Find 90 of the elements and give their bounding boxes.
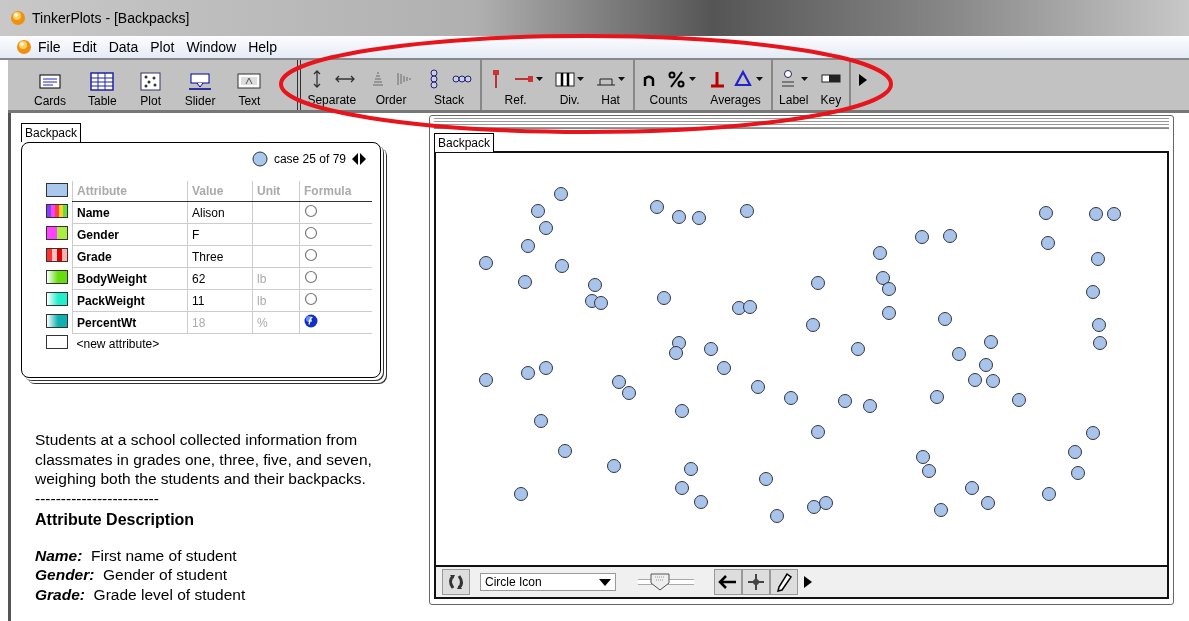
- case-counter: case 25 of 79: [273, 152, 346, 166]
- tool-group-label: Div.: [559, 93, 580, 107]
- new-attribute-field[interactable]: <new attribute>: [76, 337, 160, 351]
- plot-tab[interactable]: Backpack: [434, 133, 495, 152]
- mixup-button[interactable]: [442, 569, 470, 595]
- tool-group-label: Counts: [649, 93, 688, 107]
- menu-item[interactable]: File: [32, 39, 67, 55]
- tool-group-label: Label: [779, 93, 809, 107]
- attribute-name[interactable]: PackWeight: [72, 289, 188, 312]
- attribute-value[interactable]: 62: [187, 267, 253, 290]
- pencil-button[interactable]: [770, 569, 798, 595]
- icon-type-dropdown[interactable]: Circle Icon: [480, 573, 616, 591]
- tool-group-label: Key: [820, 93, 842, 107]
- tool-button[interactable]: Table: [88, 72, 117, 110]
- column-header: Value: [187, 181, 253, 202]
- divider-box-icon[interactable]: [555, 69, 576, 89]
- crosshair-button[interactable]: [742, 569, 770, 595]
- attribute-value[interactable]: F: [187, 223, 253, 246]
- attribute-name[interactable]: Name: [72, 201, 188, 224]
- back-arrow-button[interactable]: [714, 569, 742, 595]
- attribute-name[interactable]: BodyWeight: [72, 267, 188, 290]
- attribute-value[interactable]: Alison: [187, 201, 253, 224]
- card-icon: [38, 72, 62, 91]
- window-drag-bar[interactable]: [434, 116, 1169, 129]
- tool-button[interactable]: Text: [237, 72, 262, 110]
- more-arrow-icon[interactable]: [804, 576, 812, 588]
- empty-formula-icon[interactable]: [304, 248, 318, 262]
- table-icon: [90, 72, 115, 91]
- tool-button[interactable]: Plot: [138, 72, 163, 110]
- menu-item[interactable]: Window: [180, 39, 243, 55]
- definition-line: Grade: Grade level of student: [35, 584, 247, 604]
- description-paragraph: Students at a school collected information from classmates in grades one, three, five, and seven, weighing both the students and their backpacks.: [35, 430, 373, 489]
- dropdown-caret-icon[interactable]: [801, 76, 809, 82]
- dropdown-caret-icon[interactable]: [618, 76, 626, 82]
- section-heading: Attribute Description: [35, 510, 196, 530]
- attribute-value[interactable]: 11: [187, 289, 253, 312]
- color-swatch-icon: [46, 226, 68, 240]
- empty-formula-icon[interactable]: [304, 270, 318, 284]
- card-tab[interactable]: Backpack: [21, 123, 82, 142]
- definition-line: Name: First name of student: [35, 545, 238, 565]
- menu-item[interactable]: Plot: [144, 39, 181, 55]
- empty-formula-icon[interactable]: [304, 292, 318, 306]
- dropdown-caret-icon[interactable]: [756, 76, 764, 82]
- definition-line: Gender: Gender of student: [35, 565, 229, 585]
- attribute-name[interactable]: Grade: [72, 245, 188, 268]
- color-swatch-icon: [46, 182, 68, 197]
- tool-group-label: Averages: [710, 93, 761, 107]
- menu-item[interactable]: Edit: [66, 39, 103, 55]
- slider-icon: [188, 72, 213, 91]
- case-circle-icon: [251, 151, 268, 167]
- dropdown-caret-icon: [599, 578, 611, 586]
- attribute-value[interactable]: Three: [187, 245, 253, 268]
- circular-arrows-icon: [446, 573, 466, 591]
- text-box-icon: [237, 72, 262, 91]
- color-swatch-icon: [46, 292, 68, 306]
- pencil-icon: [774, 572, 794, 592]
- crosshair-icon: [746, 572, 766, 592]
- color-swatch-icon: [46, 314, 68, 328]
- column-header: Formula: [299, 181, 372, 202]
- tool-group-label: Hat: [601, 93, 620, 107]
- column-header: Unit: [252, 181, 300, 202]
- dropdown-caret-icon[interactable]: [536, 76, 544, 82]
- empty-formula-icon[interactable]: [304, 204, 318, 218]
- column-header: Attribute: [72, 181, 188, 202]
- dropdown-caret-icon[interactable]: [577, 76, 585, 82]
- dot-plot-icon: [138, 72, 163, 91]
- slider-thumb[interactable]: [650, 573, 671, 591]
- attribute-name[interactable]: PercentWt: [72, 311, 188, 334]
- menu-item[interactable]: Data: [102, 39, 145, 55]
- dashed-rule-text: ------------------------: [35, 488, 160, 508]
- app-logo-icon: [10, 10, 26, 26]
- empty-formula-icon[interactable]: [304, 226, 318, 240]
- color-swatch-icon: [46, 204, 68, 218]
- tool-button[interactable]: Cards: [34, 72, 66, 110]
- dropdown-caret-icon[interactable]: [689, 76, 697, 82]
- color-swatch-icon: [46, 335, 68, 350]
- color-swatch-icon: [46, 248, 68, 262]
- tool-group-label: Stack: [434, 93, 465, 107]
- more-arrow-icon[interactable]: [859, 74, 868, 86]
- window-title: TinkerPlots - [Backpacks]: [32, 10, 190, 26]
- menu-item[interactable]: Help: [242, 39, 283, 55]
- prev-next-arrows-icon[interactable]: [352, 153, 366, 165]
- formula-icon[interactable]: [304, 314, 318, 328]
- tool-group-label: Separate: [307, 93, 357, 107]
- tool-group-label: Order: [375, 93, 407, 107]
- triangle-icon[interactable]: [734, 69, 755, 89]
- attribute-name[interactable]: Gender: [72, 223, 188, 246]
- color-swatch-icon: [46, 270, 68, 284]
- tool-button[interactable]: Slider: [184, 72, 216, 110]
- tool-group-label: Ref.: [504, 93, 527, 107]
